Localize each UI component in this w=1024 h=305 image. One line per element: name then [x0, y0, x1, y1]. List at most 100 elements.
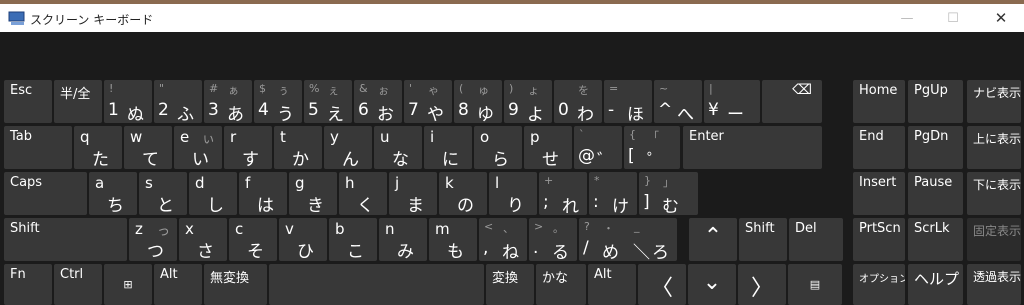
key-kana: も — [447, 242, 464, 261]
key-a[interactable]: aち — [89, 172, 137, 215]
key-key[interactable]: = - ほ — [604, 80, 652, 123]
key-7[interactable]: ' ゃ 7 や — [404, 80, 452, 123]
key-key[interactable]: ▤ — [788, 264, 842, 305]
key-key[interactable]: ` @ ゛ — [574, 126, 622, 169]
nav-key-prtscn[interactable]: PrtScn — [853, 218, 905, 261]
key-key[interactable]: < 、, ね — [479, 218, 527, 261]
nav-key-insert[interactable]: Insert — [853, 172, 905, 215]
nav-key-key[interactable]: 固定表示 — [967, 218, 1021, 261]
key-key[interactable]: _ ＼ ろ — [629, 218, 677, 261]
key-key[interactable]: } 」] む — [639, 172, 698, 215]
minimize-button[interactable]: — — [884, 4, 930, 32]
key-2[interactable]: " 2 ふ — [154, 80, 202, 123]
key-s[interactable]: sと — [139, 172, 187, 215]
key-key[interactable]: 半/全 — [54, 80, 102, 123]
key-kana: む — [662, 197, 679, 215]
key-alt[interactable]: Alt — [588, 264, 636, 305]
nav-key-end[interactable]: End — [853, 126, 905, 169]
key-shift-symbol: # — [209, 82, 219, 95]
key-del[interactable]: Del — [789, 218, 843, 261]
key-w[interactable]: wて — [124, 126, 172, 169]
key-key[interactable]: ~ ^ へ — [654, 80, 702, 123]
maximize-button[interactable]: ☐ — [930, 4, 976, 32]
key-label: ⌫ — [792, 82, 812, 98]
key-1[interactable]: ! 1 ぬ — [104, 80, 152, 123]
key-y[interactable]: yん — [324, 126, 372, 169]
nav-key-key[interactable]: ナビ表示 — [967, 80, 1021, 123]
key-x[interactable]: xさ — [179, 218, 227, 261]
key-ctrl[interactable]: Ctrl — [54, 264, 102, 305]
key-9[interactable]: ) ょ 9 よ — [504, 80, 552, 123]
key-n[interactable]: nみ — [379, 218, 427, 261]
key-f[interactable]: fは — [239, 172, 287, 215]
key-key[interactable]: ⌫ — [762, 80, 822, 123]
key-kana: ゆ — [477, 105, 494, 123]
key-j[interactable]: jま — [389, 172, 437, 215]
nav-key-pgup[interactable]: PgUp — [908, 80, 963, 123]
nav-key-key[interactable]: ヘルプ — [908, 264, 963, 305]
nav-key-key[interactable]: 透過表示 — [967, 264, 1021, 305]
key-p[interactable]: pせ — [524, 126, 572, 169]
key-d[interactable]: dし — [189, 172, 237, 215]
key-shift[interactable]: Shift — [739, 218, 787, 261]
key-g[interactable]: gき — [289, 172, 337, 215]
key-key[interactable]: > 。. る — [529, 218, 577, 261]
key-kana: つ — [147, 242, 164, 261]
key-u[interactable]: uな — [374, 126, 422, 169]
nav-key-pause[interactable]: Pause — [908, 172, 963, 215]
key-shift-symbol: } — [644, 174, 651, 187]
key-key[interactable]: {「 [゜ — [624, 126, 680, 169]
key-enter[interactable]: Enter — [683, 126, 822, 169]
key-b[interactable]: bこ — [329, 218, 377, 261]
key-z[interactable]: zっつ — [129, 218, 177, 261]
key-key[interactable]: 〉 — [738, 264, 786, 305]
key-key[interactable]: ⊞ — [104, 264, 152, 305]
key-e[interactable]: eぃい — [174, 126, 222, 169]
key-3[interactable]: # ぁ 3 あ — [204, 80, 252, 123]
nav-key-key[interactable]: オプション — [853, 264, 905, 305]
key-key[interactable]: 無変換 — [204, 264, 267, 305]
key-q[interactable]: qた — [74, 126, 122, 169]
nav-key-key[interactable]: 下に表示 — [967, 172, 1021, 215]
key-label: 〈 — [650, 276, 673, 301]
key-key[interactable]: ⌃ — [689, 218, 737, 261]
key-o[interactable]: oら — [474, 126, 522, 169]
key-alt[interactable]: Alt — [154, 264, 202, 305]
nav-key-key[interactable]: 上に表示 — [967, 126, 1021, 169]
key-tab[interactable]: Tab — [4, 126, 72, 169]
nav-key-label: 下に表示 — [973, 178, 1021, 192]
nav-key-scrlk[interactable]: ScrLk — [908, 218, 963, 261]
key-h[interactable]: hく — [339, 172, 387, 215]
key-t[interactable]: tか — [274, 126, 322, 169]
key-key[interactable]: | ¥ ー — [704, 80, 760, 123]
key-k[interactable]: kの — [439, 172, 487, 215]
key-fn[interactable]: Fn — [4, 264, 52, 305]
key-esc[interactable]: Esc — [4, 80, 52, 123]
nav-key-label: End — [859, 129, 884, 144]
key-key[interactable]: *: け — [589, 172, 637, 215]
key-shift[interactable]: Shift — [4, 218, 127, 261]
key-kana: ゜ — [647, 151, 664, 169]
key-key[interactable]: 〈 — [638, 264, 686, 305]
key-0[interactable]: を0わ — [554, 80, 602, 123]
close-button[interactable]: ✕ — [978, 4, 1024, 32]
key-m[interactable]: mも — [429, 218, 477, 261]
key-c[interactable]: cそ — [229, 218, 277, 261]
key-key[interactable] — [269, 264, 484, 305]
key-key[interactable]: 変換 — [486, 264, 534, 305]
key-6[interactable]: & ぉ 6 お — [354, 80, 402, 123]
key-l[interactable]: lり — [489, 172, 537, 215]
key-v[interactable]: vひ — [279, 218, 327, 261]
key-8[interactable]: (ゅ 8 ゆ — [454, 80, 502, 123]
nav-key-pgdn[interactable]: PgDn — [908, 126, 963, 169]
key-i[interactable]: iに — [424, 126, 472, 169]
nav-key-home[interactable]: Home — [853, 80, 905, 123]
key-4[interactable]: $ ぅ 4 う — [254, 80, 302, 123]
key-kana: ぬ — [127, 105, 144, 123]
key-r[interactable]: rす — [224, 126, 272, 169]
key-5[interactable]: % ぇ 5 え — [304, 80, 352, 123]
key-key[interactable]: ⌄ — [688, 264, 736, 305]
key-caps[interactable]: Caps — [4, 172, 87, 215]
key-key[interactable]: +; れ — [539, 172, 587, 215]
key-key[interactable]: かな — [536, 264, 586, 305]
